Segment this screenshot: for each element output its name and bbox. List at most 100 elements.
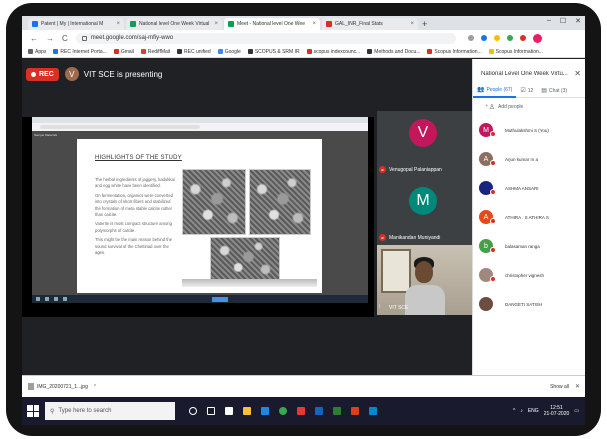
tab-label: National level One Week Virtual: [139, 21, 210, 27]
mic-off-icon: [490, 189, 496, 195]
slide-title: HIGHLIGHTS OF THE STUDY: [95, 155, 182, 161]
browser-tab[interactable]: GAL_INR_Final Stats ×: [322, 18, 418, 30]
windows-start-icon[interactable]: [27, 405, 39, 417]
list-item[interactable]: DANGETI SATISH: [479, 293, 584, 315]
list-item[interactable]: A Arjun kumar m a: [479, 148, 584, 170]
tab-strip: Patent | My | International M × National…: [22, 16, 585, 30]
address-bar[interactable]: meet.google.com/saj-mfiy-wwo: [75, 32, 456, 44]
bookmark-item[interactable]: scopus indexcounc...: [306, 49, 360, 55]
excel-icon[interactable]: [333, 407, 341, 415]
app-icon[interactable]: [297, 407, 305, 415]
app-icon[interactable]: [369, 407, 377, 415]
document-viewer: Sample Materials HIGHLIGHTS OF THE STUDY…: [32, 131, 368, 295]
tab-activities[interactable]: ☑ 12: [516, 84, 537, 98]
chrome-icon[interactable]: [279, 407, 287, 415]
close-icon[interactable]: ×: [312, 21, 316, 27]
tab-chat[interactable]: ▤ Chat (3): [537, 84, 571, 98]
download-item[interactable]: IMG_20200721_1...jpg ^: [28, 383, 96, 390]
bookmark-item[interactable]: Scopus Information...: [488, 49, 543, 55]
edge-icon[interactable]: [261, 407, 269, 415]
close-icon[interactable]: ✕: [575, 383, 580, 390]
word-icon[interactable]: [315, 407, 323, 415]
list-item[interactable]: M Muthulakshmi S (You): [479, 119, 584, 141]
slide-paragraph: This might be the main reason behind the…: [95, 237, 173, 256]
slide-paragraph: The herbal ingredients of jaggery, kaduk…: [95, 177, 175, 189]
close-icon[interactable]: ×: [214, 21, 218, 27]
profile-avatar[interactable]: [532, 33, 542, 43]
browser-tab[interactable]: National level One Week Virtual ×: [126, 18, 222, 30]
bookmark-item[interactable]: Google: [217, 49, 241, 55]
back-icon[interactable]: ←: [30, 34, 38, 43]
list-item[interactable]: b balasaman ranga: [479, 235, 584, 257]
list-item[interactable]: A ATHIRA . S ATHIRA S: [479, 206, 584, 228]
extension-icon[interactable]: [506, 35, 513, 41]
explorer-icon[interactable]: [243, 407, 251, 415]
notification-icon[interactable]: ▭: [574, 408, 579, 414]
tab-people[interactable]: 👥 People (67): [473, 84, 517, 98]
add-people-button[interactable]: ⁺♙ Add people: [485, 103, 523, 111]
minimize-button[interactable]: –: [547, 17, 551, 25]
person-name: ATHIRA . S ATHIRA S: [505, 214, 549, 220]
close-icon[interactable]: ✕: [574, 69, 581, 78]
close-icon[interactable]: ×: [410, 21, 414, 27]
tab-label: Meet - National level One Wee: [237, 21, 305, 27]
chevron-up-icon[interactable]: ^: [513, 408, 515, 414]
bookmark-item[interactable]: SCOPUS & SRM IR: [247, 49, 300, 55]
cortana-icon[interactable]: [189, 407, 197, 415]
volume-icon[interactable]: ♪: [520, 408, 523, 414]
participant-tile[interactable]: V ⌀ Venugopal Palaniappan: [377, 111, 472, 177]
extension-icon[interactable]: [493, 35, 500, 41]
mic-off-icon: [490, 247, 496, 253]
clock[interactable]: 12:51 21-07-2020: [544, 405, 570, 417]
sem-image: [182, 169, 246, 235]
forward-icon[interactable]: →: [46, 34, 54, 43]
os-taskbar: ⚲ Type here to search ^ ♪ ENG 12:51 21-0…: [22, 397, 585, 425]
reload-icon[interactable]: C: [62, 34, 68, 43]
star-icon[interactable]: [467, 35, 474, 41]
apps-icon: [28, 49, 33, 54]
browser-tab-active[interactable]: Meet - National level One Wee ×: [224, 18, 320, 30]
bookmark-item[interactable]: RediffMail: [140, 49, 170, 55]
chat-icon: ▤: [541, 88, 547, 94]
language-indicator[interactable]: ENG: [528, 408, 539, 414]
participant-tile[interactable]: M ⌀ Manikandan Muniyandi: [377, 177, 472, 245]
google-icon: [217, 49, 223, 54]
viewer-label: Sample Materials: [34, 133, 58, 137]
bookmark-item[interactable]: Methods and Docu...: [367, 49, 420, 55]
shared-browser-chrome: [32, 117, 368, 131]
close-icon[interactable]: ×: [116, 21, 120, 27]
record-icon: [31, 71, 36, 77]
mic-off-icon: [490, 276, 496, 282]
tablet-frame: Patent | My | International M × National…: [6, 3, 601, 436]
extension-icon[interactable]: [519, 35, 526, 41]
bookmark-icon: [53, 49, 59, 54]
close-window-button[interactable]: ✕: [575, 17, 581, 25]
bookmark-item[interactable]: Gmail: [113, 49, 134, 55]
list-item[interactable]: christopher vignesh: [479, 264, 584, 286]
browser-tab[interactable]: Patent | My | International M ×: [28, 18, 124, 30]
bookmark-item[interactable]: REC Internet Porta...: [53, 49, 107, 55]
slide-body: The herbal ingredients of jaggery, kaduk…: [95, 177, 177, 259]
taskbar-search-input[interactable]: ⚲ Type here to search: [45, 402, 175, 420]
store-icon[interactable]: [225, 407, 233, 415]
powerpoint-icon[interactable]: [351, 407, 359, 415]
bookmark-item[interactable]: Apps: [28, 49, 46, 55]
check-icon: ☑: [520, 88, 526, 94]
mic-off-icon: ⌀: [379, 166, 386, 173]
gmail-icon: [306, 49, 312, 54]
show-all-button[interactable]: Show all: [550, 384, 569, 390]
maximize-button[interactable]: ☐: [560, 17, 566, 25]
gmail-icon: [113, 49, 119, 54]
new-tab-button[interactable]: +: [422, 18, 427, 30]
slide-paragraph: On fermentation, organics were converted…: [95, 192, 173, 218]
audio-icon: ⁞: [379, 304, 381, 310]
bookmark-item[interactable]: REC unified: [177, 49, 211, 55]
panel-title: National Level One Week Virtu...: [481, 71, 568, 77]
extension-icon[interactable]: [480, 35, 487, 41]
bookmark-item[interactable]: Scopus Information...: [427, 49, 482, 55]
task-view-icon[interactable]: [207, 407, 215, 415]
participant-video-tile[interactable]: ⁞ VIT SCE: [377, 245, 472, 315]
list-item[interactable]: ASHMA ANSARI: [479, 177, 584, 199]
chevron-up-icon[interactable]: ^: [94, 384, 96, 390]
mic-off-icon: [490, 218, 496, 224]
